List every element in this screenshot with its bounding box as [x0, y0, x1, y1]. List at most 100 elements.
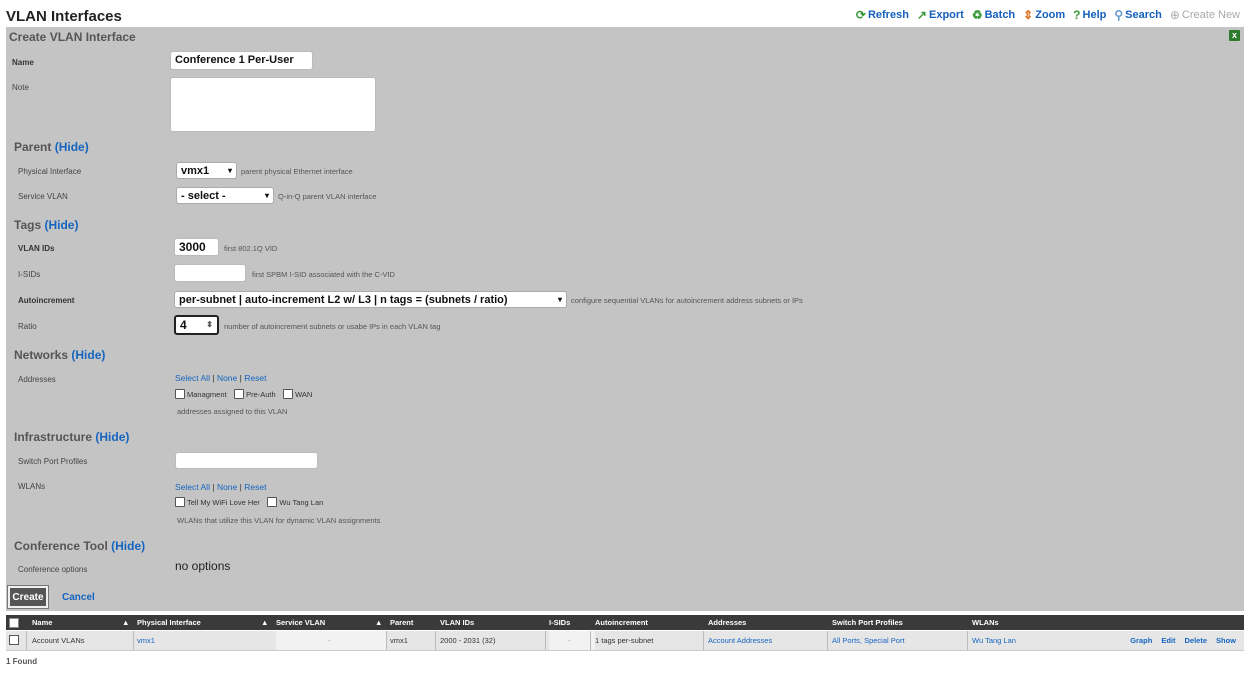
- checkbox[interactable]: [175, 389, 185, 399]
- address-option-label: Managment: [187, 389, 227, 399]
- stepper-arrows-icon[interactable]: ⬍: [206, 317, 213, 333]
- col-header-vlan-ids[interactable]: VLAN IDs: [440, 615, 474, 630]
- separator: |: [212, 373, 215, 383]
- networks-hide-link[interactable]: (Hide): [71, 348, 105, 362]
- col-header-parent[interactable]: Parent: [390, 615, 413, 630]
- autoincrement-help: configure sequential VLANs for autoincre…: [571, 296, 803, 305]
- none-link[interactable]: None: [217, 482, 237, 492]
- col-header-addresses[interactable]: Addresses: [708, 615, 746, 630]
- select-all-link[interactable]: Select All: [175, 373, 210, 383]
- cancel-button[interactable]: Cancel: [62, 592, 95, 603]
- networks-section-title: Networks (Hide): [14, 348, 105, 362]
- physical-interface-select[interactable]: vmx1 ▾: [176, 162, 237, 179]
- none-link[interactable]: None: [217, 373, 237, 383]
- sort-asc-icon[interactable]: ▲: [122, 615, 129, 630]
- addresses-label: Addresses: [18, 375, 56, 384]
- wlan-option[interactable]: Wu Tang Lan: [267, 497, 323, 507]
- create-button[interactable]: Create: [8, 586, 48, 608]
- addresses-help: addresses assigned to this VLAN: [177, 407, 288, 416]
- column-divider: [133, 631, 134, 650]
- infrastructure-section-title: Infrastructure (Hide): [14, 430, 129, 444]
- export-icon: ↗: [916, 8, 927, 22]
- export-button[interactable]: ↗ Export: [917, 8, 964, 22]
- close-icon[interactable]: x: [1229, 30, 1240, 41]
- isids-help: first SPBM I-SID associated with the C-V…: [252, 270, 395, 279]
- networks-section-label: Networks: [14, 348, 69, 362]
- help-button[interactable]: ? Help: [1073, 8, 1106, 22]
- ratio-help: number of autoincrement subnets or usabe…: [224, 322, 441, 331]
- col-header-wlans[interactable]: WLANs: [972, 615, 999, 630]
- select-all-link[interactable]: Select All: [175, 482, 210, 492]
- cell-addresses-link[interactable]: Account Addresses: [708, 631, 772, 650]
- separator: |: [239, 482, 242, 492]
- ratio-stepper[interactable]: 4 ⬍: [174, 315, 219, 335]
- infrastructure-hide-link[interactable]: (Hide): [95, 430, 129, 444]
- switch-port-profiles-input[interactable]: [175, 452, 318, 469]
- name-label: Name: [12, 58, 34, 67]
- table-header: Name ▲ Physical Interface ▲ Service VLAN…: [6, 615, 1244, 630]
- service-vlan-value: - select -: [181, 189, 226, 202]
- parent-hide-link[interactable]: (Hide): [55, 140, 89, 154]
- conference-hide-link[interactable]: (Hide): [111, 539, 145, 553]
- cell-shade: [549, 631, 595, 650]
- refresh-button[interactable]: ⟳ Refresh: [856, 8, 909, 22]
- row-checkbox[interactable]: [9, 635, 19, 645]
- autoincrement-select[interactable]: per-subnet | auto-increment L2 w/ L3 | n…: [174, 291, 567, 308]
- col-header-physical-interface[interactable]: Physical Interface: [137, 615, 201, 630]
- col-header-isids[interactable]: I-SIDs: [549, 615, 570, 630]
- column-divider: [590, 631, 591, 650]
- show-link[interactable]: Show: [1216, 631, 1236, 650]
- col-header-name[interactable]: Name: [32, 615, 52, 630]
- zoom-button[interactable]: ⇕ Zoom: [1023, 8, 1065, 22]
- checkbox[interactable]: [283, 389, 294, 399]
- wlans-checkboxes: Tell My WiFi Love Her Wu Tang Lan: [175, 494, 326, 512]
- cell-wlans-link[interactable]: Wu Tang Lan: [972, 631, 1016, 650]
- chevron-down-icon: ▾: [264, 191, 269, 200]
- address-option[interactable]: Managment: [175, 389, 227, 399]
- graph-link[interactable]: Graph: [1130, 631, 1152, 650]
- tags-hide-link[interactable]: (Hide): [44, 218, 78, 232]
- column-divider: [26, 631, 27, 650]
- service-vlan-select[interactable]: - select - ▾: [176, 187, 274, 204]
- checkbox[interactable]: [267, 497, 278, 507]
- col-header-autoincrement[interactable]: Autoincrement: [595, 615, 648, 630]
- wlan-option[interactable]: Tell My WiFi Love Her: [175, 497, 260, 507]
- note-textarea[interactable]: [170, 77, 376, 132]
- search-button[interactable]: ⚲ Search: [1114, 8, 1162, 22]
- physical-interface-label: Physical Interface: [18, 167, 82, 176]
- column-divider: [827, 631, 828, 650]
- select-all-checkbox[interactable]: [9, 618, 19, 628]
- cell-isids: -: [568, 636, 571, 645]
- col-header-service-vlan[interactable]: Service VLAN: [276, 615, 325, 630]
- name-input[interactable]: Conference 1 Per-User: [170, 51, 313, 70]
- create-new-button[interactable]: ⊕ Create New: [1170, 8, 1240, 22]
- chevron-down-icon: ▾: [227, 166, 232, 175]
- edit-link[interactable]: Edit: [1161, 631, 1175, 650]
- column-divider: [703, 631, 704, 650]
- sort-asc-icon[interactable]: ▲: [261, 615, 268, 630]
- autoincrement-value: per-subnet | auto-increment L2 w/ L3 | n…: [179, 293, 508, 306]
- cell-physical-interface-link[interactable]: vmx1: [137, 631, 155, 650]
- address-option[interactable]: WAN: [283, 389, 312, 399]
- delete-link[interactable]: Delete: [1184, 631, 1207, 650]
- vlan-ids-input[interactable]: 3000: [174, 238, 219, 256]
- parent-section-title: Parent (Hide): [14, 140, 89, 154]
- reset-link[interactable]: Reset: [244, 373, 266, 383]
- reset-link[interactable]: Reset: [244, 482, 266, 492]
- col-header-switch-port-profiles[interactable]: Switch Port Profiles: [832, 615, 903, 630]
- wlans-bulk-links: Select All | None | Reset: [175, 482, 266, 492]
- cell-switch-port-profiles-link[interactable]: All Ports, Special Port: [832, 631, 905, 650]
- service-vlan-help: Q-in-Q parent VLAN interface: [278, 192, 377, 201]
- vlan-ids-label: VLAN IDs: [18, 244, 55, 253]
- batch-icon: ♻: [971, 8, 983, 22]
- parent-section-label: Parent: [14, 140, 52, 154]
- checkbox[interactable]: [234, 389, 245, 399]
- search-label: Search: [1125, 9, 1162, 21]
- isids-input[interactable]: [174, 264, 246, 282]
- checkbox[interactable]: [175, 497, 185, 507]
- table-row[interactable]: Account VLANs vmx1 - vmx1 2000 - 2031 (3…: [6, 631, 1244, 651]
- address-option[interactable]: Pre-Auth: [234, 389, 276, 399]
- sort-asc-icon[interactable]: ▲: [375, 615, 382, 630]
- batch-button[interactable]: ♻ Batch: [972, 8, 1015, 22]
- vlan-ids-help: first 802.1Q VID: [224, 244, 278, 253]
